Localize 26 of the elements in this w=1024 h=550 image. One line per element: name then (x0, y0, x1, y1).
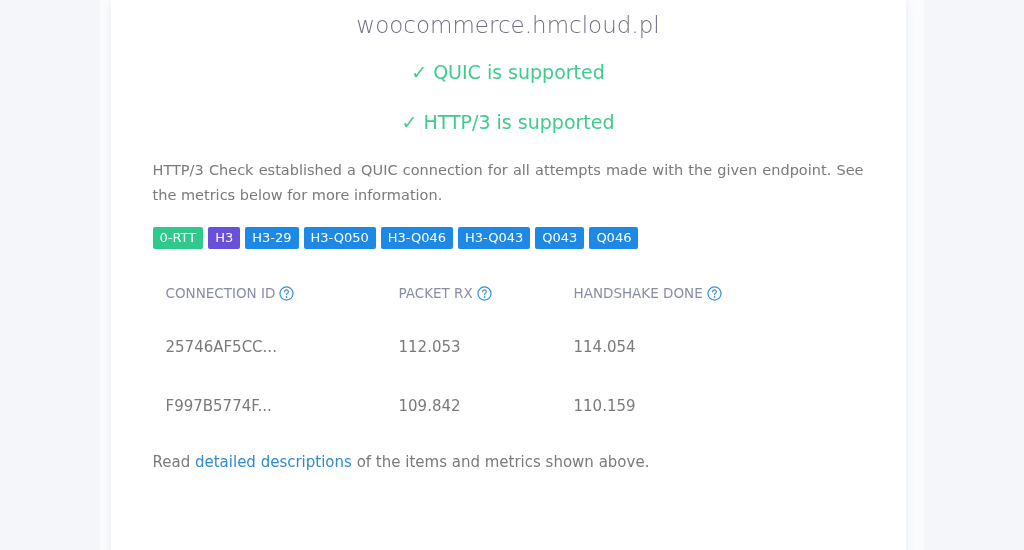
check-status: ✓ QUIC is supported (410, 60, 606, 85)
column-header: CONNECTION ID (165, 285, 276, 301)
table-cell: 110.159 (573, 396, 636, 415)
help-icon[interactable] (706, 285, 722, 301)
summary-text: HTTP/3 Check established a QUIC connection for all attempts made with the given endpoint. See the metrics below for more information. (152, 161, 864, 205)
help-icon[interactable] (279, 285, 295, 301)
table-cell: 25746AF5CC... (165, 337, 277, 356)
table-cell: 109.842 (398, 396, 461, 415)
column-header: PACKET RX (398, 285, 473, 301)
table-cell: 112.053 (398, 337, 461, 356)
footer-text: Read detailed descriptions of the items and metrics shown above. (152, 453, 651, 471)
protocol-tag: Q046 (589, 227, 639, 249)
table-cell: 114.054 (573, 337, 636, 356)
protocol-tag: H3-Q050 (303, 227, 376, 249)
protocol-tag: H3-Q043 (458, 227, 531, 249)
protocol-tag: H3 (208, 227, 241, 249)
protocol-tag: Q043 (535, 227, 585, 249)
help-icon[interactable] (476, 285, 492, 301)
domain-title: woocommerce.hmcloud.pl (355, 11, 661, 40)
protocol-tag: 0-RTT (152, 227, 204, 249)
protocol-tag: H3-Q046 (380, 227, 454, 249)
column-header: HANDSHAKE DONE (573, 285, 703, 301)
protocol-tag: H3-29 (245, 227, 299, 249)
table-cell: F997B5774F... (165, 396, 272, 415)
check-status: ✓ HTTP/3 is supported (400, 110, 616, 135)
descriptions-link[interactable]: detailed descriptions (194, 453, 352, 471)
